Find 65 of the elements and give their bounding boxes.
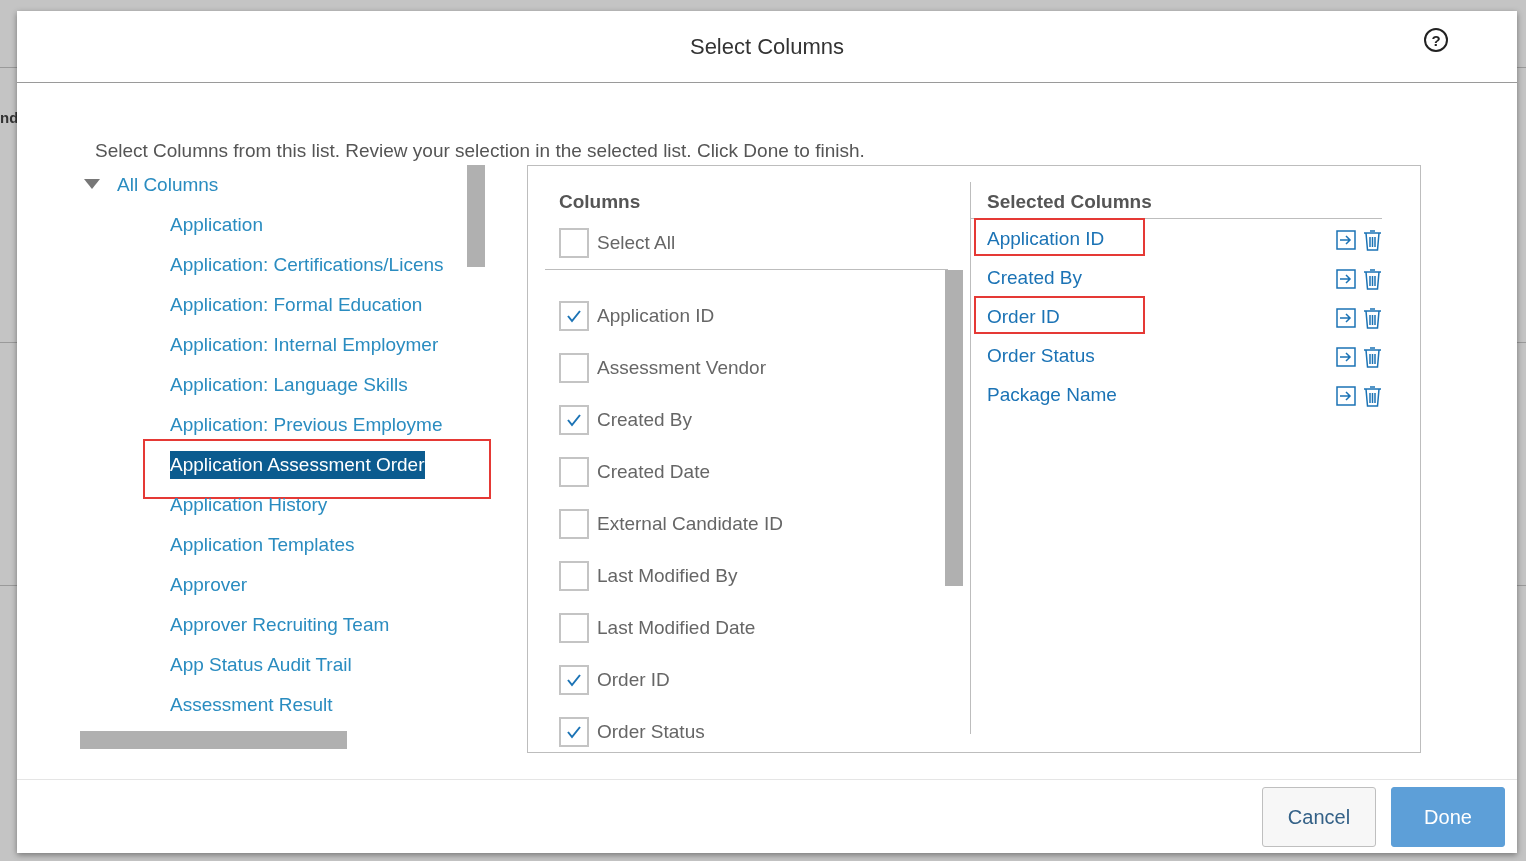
checkbox[interactable] xyxy=(559,353,589,383)
checkbox[interactable] xyxy=(559,509,589,539)
checkbox[interactable] xyxy=(559,301,589,331)
tree-item[interactable]: Assessment Result xyxy=(170,690,333,720)
move-icon[interactable] xyxy=(1335,267,1357,290)
tree-item[interactable]: Application History xyxy=(170,490,328,520)
columns-heading: Columns xyxy=(559,190,641,214)
check-icon xyxy=(566,725,582,739)
checkbox[interactable] xyxy=(559,561,589,591)
checkbox-label: Created Date xyxy=(597,459,710,484)
checkbox[interactable] xyxy=(559,457,589,487)
check-icon xyxy=(566,309,582,323)
trash-icon[interactable] xyxy=(1363,267,1382,290)
checkbox-label: Order ID xyxy=(597,667,670,692)
selected-columns-heading: Selected Columns xyxy=(987,190,1152,214)
checkbox-label: External Candidate ID xyxy=(597,511,783,536)
tree-item[interactable]: Application: Certifications/Licens xyxy=(170,250,444,280)
check-icon xyxy=(566,673,582,687)
background-text: nd xyxy=(0,108,19,128)
move-icon[interactable] xyxy=(1335,306,1357,329)
trash-icon[interactable] xyxy=(1363,345,1382,368)
move-icon[interactable] xyxy=(1335,228,1357,251)
checkbox[interactable] xyxy=(559,405,589,435)
scrollbar-thumb[interactable] xyxy=(945,270,963,586)
checkbox[interactable] xyxy=(559,717,589,747)
tree-item[interactable]: Approver Recruiting Team xyxy=(170,610,390,640)
checkbox-label: Application ID xyxy=(597,303,715,328)
selected-column-link[interactable]: Order ID xyxy=(987,303,1060,332)
done-button[interactable]: Done xyxy=(1391,786,1505,847)
checkbox-label: Assessment Vendor xyxy=(597,355,766,380)
tree-item[interactable]: App Status Audit Trail xyxy=(170,650,352,680)
trash-icon[interactable] xyxy=(1363,306,1382,329)
tree-item[interactable]: Application xyxy=(170,210,263,240)
checkbox-label: Last Modified By xyxy=(597,563,738,588)
checkbox[interactable] xyxy=(559,665,589,695)
tree-item[interactable]: Application: Language Skills xyxy=(170,370,408,400)
selected-column-link[interactable]: Created By xyxy=(987,264,1083,293)
tree-item[interactable]: Application Templates xyxy=(170,530,355,560)
expand-triangle-icon[interactable] xyxy=(83,179,100,191)
help-button[interactable]: ? xyxy=(1424,28,1448,52)
scrollbar-thumb[interactable] xyxy=(467,165,485,267)
trash-icon[interactable] xyxy=(1363,228,1382,251)
instruction-text: Select Columns from this list. Review your selection in the selected list. Click Done to finish. xyxy=(95,139,865,163)
checkbox-label: Created By xyxy=(597,407,693,432)
move-icon[interactable] xyxy=(1335,345,1357,368)
selected-column-link[interactable]: Application ID xyxy=(987,225,1105,254)
checkbox-label: Order Status xyxy=(597,719,705,744)
scrollbar-thumb[interactable] xyxy=(80,731,347,749)
dialog-title: Select Columns xyxy=(689,33,845,61)
checkbox-label: Last Modified Date xyxy=(597,615,756,640)
selected-column-link[interactable]: Order Status xyxy=(987,342,1095,371)
checkbox[interactable] xyxy=(559,228,589,258)
tree-item[interactable]: Application: Internal Employmer xyxy=(170,330,439,360)
tree-item[interactable]: Application: Previous Employme xyxy=(170,410,443,440)
selected-column-link[interactable]: Package Name xyxy=(987,381,1117,410)
tree-item[interactable]: Approver xyxy=(170,570,248,600)
check-icon xyxy=(566,413,582,427)
checkbox[interactable] xyxy=(559,613,589,643)
tree-item[interactable]: Application: Formal Education xyxy=(170,290,423,320)
move-icon[interactable] xyxy=(1335,384,1357,407)
tree-item[interactable]: All Columns xyxy=(117,170,219,200)
tree-item[interactable]: Application Assessment Order xyxy=(170,450,425,480)
trash-icon[interactable] xyxy=(1363,384,1382,407)
checkbox-label: Select All xyxy=(597,230,676,255)
cancel-button[interactable]: Cancel xyxy=(1262,786,1376,847)
